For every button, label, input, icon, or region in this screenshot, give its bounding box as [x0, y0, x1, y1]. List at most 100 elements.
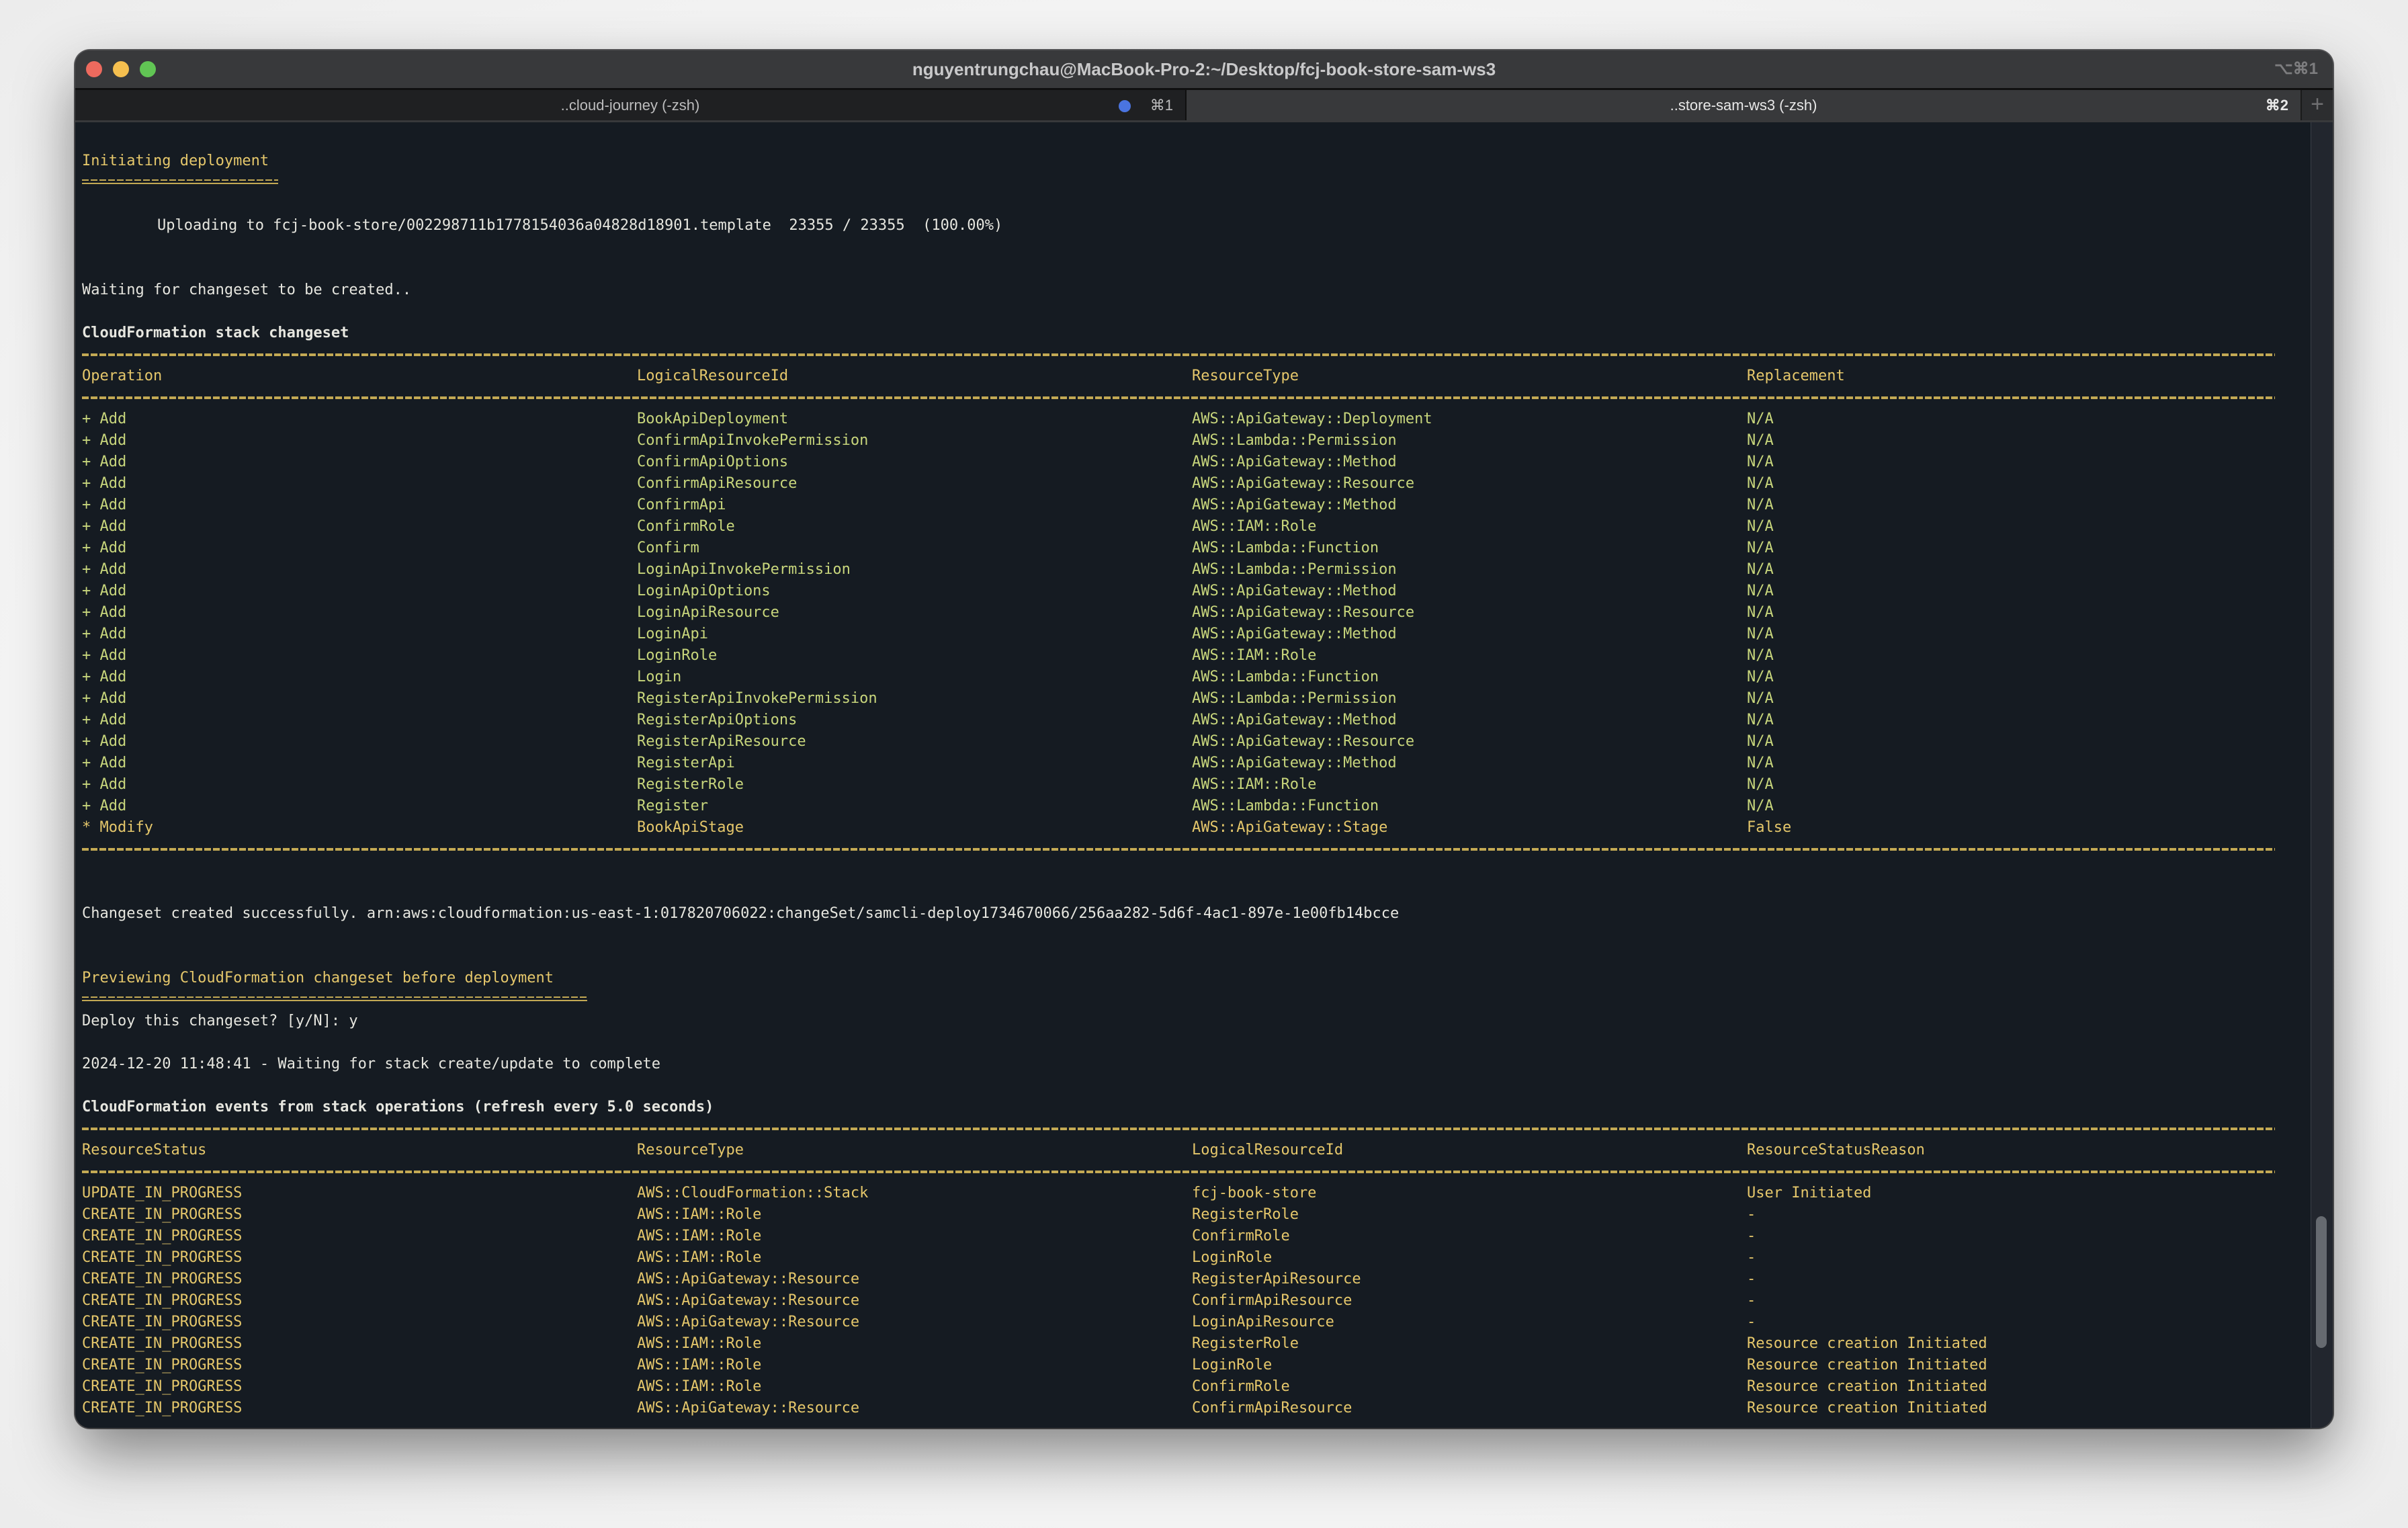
table-cell: LoginRole: [1192, 1357, 1273, 1373]
table-cell: AWS::ApiGateway::Resource: [637, 1400, 860, 1416]
table-cell: N/A: [1747, 454, 1774, 470]
table-cell: N/A: [1747, 626, 1774, 642]
table-cell: CREATE_IN_PROGRESS: [82, 1400, 243, 1416]
table-cell: -: [1747, 1228, 1756, 1244]
divider: [82, 1118, 2311, 1140]
table-cell: BookApiStage: [637, 819, 744, 836]
table-cell: * Modify: [82, 819, 153, 836]
table-cell: RegisterRole: [637, 776, 744, 793]
title-bar[interactable]: nguyentrungchau@MacBook-Pro-2:~/Desktop/…: [75, 50, 2333, 88]
divider: [82, 1161, 2311, 1183]
table-cell: AWS::ApiGateway::Resource: [1192, 475, 1415, 492]
table-cell: LoginApiOptions: [637, 583, 771, 599]
table-cell: CREATE_IN_PROGRESS: [82, 1206, 243, 1223]
table-cell: ConfirmApiOptions: [637, 454, 789, 470]
deploy-prompt-text: Deploy this changeset? [y/N]: y: [82, 1013, 358, 1029]
table-cell: RegisterApiResource: [1192, 1271, 1361, 1287]
table-cell: + Add: [82, 776, 127, 793]
event-row: CREATE_IN_PROGRESS AWS::ApiGateway::Resou…: [82, 1398, 2311, 1419]
table-cell: ConfirmRole: [1192, 1228, 1290, 1244]
table-cell: + Add: [82, 690, 127, 707]
table-cell: Resource creation Initiated: [1747, 1400, 1987, 1416]
table-cell: N/A: [1747, 540, 1774, 556]
tab-shortcut: ⌘1: [1150, 97, 1173, 114]
table-cell: AWS::Lambda::Function: [1192, 798, 1379, 814]
column-header: ResourceStatus: [82, 1142, 207, 1158]
table-cell: + Add: [82, 454, 127, 470]
table-cell: AWS::CloudFormation::Stack: [637, 1185, 869, 1201]
window-title: nguyentrungchau@MacBook-Pro-2:~/Desktop/…: [912, 59, 1496, 79]
changeset-row: + Add BookApiDeployment AWS::ApiGateway::D…: [82, 409, 2311, 430]
event-row: CREATE_IN_PROGRESS AWS::IAM::Role ConfirmR…: [82, 1376, 2311, 1398]
table-cell: -: [1747, 1314, 1756, 1330]
changeset-row: + Add RegisterApiInvokePermission AWS::Lam…: [82, 688, 2311, 710]
table-cell: N/A: [1747, 755, 1774, 771]
table-cell: N/A: [1747, 647, 1774, 664]
divider: [82, 344, 2311, 366]
scrollbar-thumb[interactable]: [2316, 1216, 2327, 1348]
table-cell: LoginApiResource: [1192, 1314, 1334, 1330]
table-cell: AWS::Lambda::Function: [1192, 669, 1379, 685]
divider: [82, 839, 2311, 860]
table-cell: AWS::Lambda::Function: [1192, 540, 1379, 556]
terminal-output[interactable]: Initiating deployment Uploading to fcj-b…: [75, 122, 2311, 1428]
table-cell: AWS::ApiGateway::Resource: [637, 1292, 860, 1309]
table-cell: + Add: [82, 497, 127, 513]
table-cell: Resource creation Initiated: [1747, 1335, 1987, 1352]
column-header: LogicalResourceId: [637, 368, 789, 384]
table-cell: AWS::ApiGateway::Stage: [1192, 819, 1388, 836]
changeset-row: + Add RegisterApiOptions AWS::ApiGateway::…: [82, 710, 2311, 731]
table-cell: RegisterApiOptions: [637, 712, 798, 728]
table-cell: UPDATE_IN_PROGRESS: [82, 1185, 243, 1201]
column-header: ResourceStatusReason: [1747, 1142, 1925, 1158]
table-cell: AWS::Lambda::Permission: [1192, 432, 1397, 449]
table-cell: AWS::IAM::Role: [637, 1249, 762, 1266]
tab-cloud-journey[interactable]: ..cloud-journey (-zsh) ⌘1: [75, 90, 1187, 120]
table-cell: False: [1747, 819, 1792, 836]
table-cell: AWS::ApiGateway::Method: [1192, 712, 1397, 728]
table-cell: N/A: [1747, 497, 1774, 513]
table-cell: LoginRole: [1192, 1249, 1273, 1266]
changeset-row: + Add ConfirmRole AWS::IAM::Role N/A: [82, 516, 2311, 538]
changeset-row: * Modify BookApiStage AWS::ApiGateway::Sta…: [82, 817, 2311, 839]
table-cell: + Add: [82, 626, 127, 642]
table-cell: RegisterApiInvokePermission: [637, 690, 877, 707]
vertical-scrollbar[interactable]: [2311, 122, 2333, 1428]
table-cell: N/A: [1747, 518, 1774, 535]
divider: [82, 989, 2311, 1011]
table-cell: ConfirmApiResource: [637, 475, 798, 492]
table-cell: CREATE_IN_PROGRESS: [82, 1314, 243, 1330]
upload-progress-text: Uploading to fcj-book-store/002298711b17…: [157, 217, 1003, 234]
table-cell: AWS::IAM::Role: [637, 1206, 762, 1223]
table-cell: CREATE_IN_PROGRESS: [82, 1335, 243, 1352]
table-cell: Resource creation Initiated: [1747, 1378, 1987, 1395]
table-cell: + Add: [82, 583, 127, 599]
new-tab-plus-icon[interactable]: +: [2300, 90, 2333, 120]
table-cell: AWS::ApiGateway::Resource: [1192, 604, 1415, 621]
event-row: CREATE_IN_PROGRESS AWS::IAM::Role ConfirmR…: [82, 1226, 2311, 1247]
column-header: Replacement: [1747, 368, 1845, 384]
table-cell: Resource creation Initiated: [1747, 1357, 1987, 1373]
table-cell: AWS::IAM::Role: [637, 1228, 762, 1244]
changeset-row: + Add RegisterApi AWS::ApiGateway::Method N…: [82, 753, 2311, 774]
table-cell: AWS::IAM::Role: [1192, 518, 1317, 535]
table-cell: N/A: [1747, 604, 1774, 621]
changeset-table-body: + Add BookApiDeployment AWS::ApiGateway::D…: [82, 409, 2311, 839]
table-cell: + Add: [82, 518, 127, 535]
column-header: Operation: [82, 368, 163, 384]
table-cell: + Add: [82, 540, 127, 556]
changeset-row: + Add ConfirmApi AWS::ApiGateway::Method N/…: [82, 495, 2311, 516]
column-header: ResourceType: [637, 1142, 744, 1158]
table-cell: ConfirmApiInvokePermission: [637, 432, 869, 449]
event-row: CREATE_IN_PROGRESS AWS::IAM::Role Register…: [82, 1333, 2311, 1355]
table-cell: + Add: [82, 712, 127, 728]
table-cell: AWS::ApiGateway::Deployment: [1192, 411, 1432, 427]
table-cell: ConfirmApiResource: [1192, 1400, 1352, 1416]
table-cell: fcj-book-store: [1192, 1185, 1317, 1201]
table-cell: AWS::ApiGateway::Method: [1192, 583, 1397, 599]
table-cell: CREATE_IN_PROGRESS: [82, 1249, 243, 1266]
table-cell: AWS::ApiGateway::Resource: [637, 1271, 860, 1287]
tab-store-sam-ws3[interactable]: ..store-sam-ws3 (-zsh) ⌘2: [1187, 90, 2300, 120]
table-cell: Login: [637, 669, 682, 685]
window-shortcut: ⌥⌘1: [2274, 60, 2318, 78]
